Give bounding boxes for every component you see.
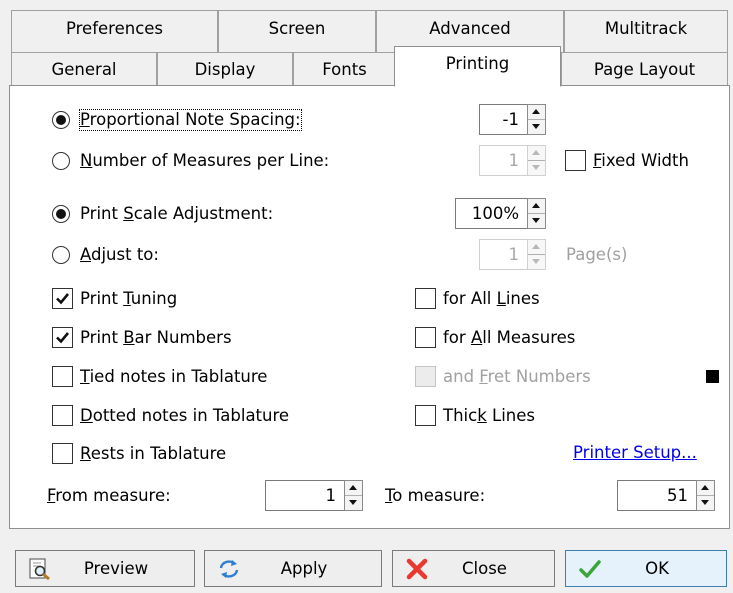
adjust-to-radio[interactable] [52, 246, 70, 264]
pages-unit-label: Page(s) [566, 245, 628, 264]
print-scale-input[interactable]: 100% [455, 198, 528, 229]
fixed-width-label: Fixed Width [593, 151, 689, 170]
print-bar-numbers-checkbox[interactable] [52, 327, 73, 348]
tab-preferences[interactable]: Preferences [11, 10, 218, 53]
apply-button[interactable]: Apply [204, 550, 382, 587]
spin-up-button[interactable] [528, 105, 545, 120]
print-scale-label: Print Scale Adjustment: [80, 204, 274, 223]
spin-up-button[interactable] [528, 199, 545, 214]
proportional-spacing-radio[interactable] [52, 111, 70, 129]
measures-per-line-input[interactable]: 1 [479, 145, 528, 176]
spin-down-button[interactable] [697, 496, 714, 510]
print-scale-spinner[interactable] [527, 198, 546, 229]
tab-display[interactable]: Display [157, 52, 293, 86]
for-all-lines-checkbox[interactable] [415, 288, 436, 309]
adjust-to-spinner[interactable] [527, 239, 546, 270]
arrow-up-icon [532, 203, 540, 208]
spin-down-button[interactable] [528, 161, 545, 175]
arrow-down-icon [532, 218, 540, 223]
ok-label: OK [645, 559, 669, 578]
thick-lines-checkbox[interactable] [415, 405, 436, 426]
spin-down-button[interactable] [345, 496, 362, 510]
from-measure-label: From measure: [47, 486, 171, 505]
tab-general[interactable]: General [11, 52, 157, 86]
spin-up-button[interactable] [528, 146, 545, 161]
arrow-down-icon [701, 500, 709, 505]
tab-printing[interactable]: Printing [394, 46, 561, 87]
adjust-to-input[interactable]: 1 [479, 239, 528, 270]
close-label: Close [462, 559, 507, 578]
close-button[interactable]: Close [392, 550, 555, 587]
to-measure-input[interactable]: 51 [617, 480, 697, 511]
spin-up-button[interactable] [697, 481, 714, 496]
print-scale-radio[interactable] [52, 205, 70, 223]
printer-setup-link[interactable]: Printer Setup... [573, 443, 697, 463]
rests-label: Rests in Tablature [80, 444, 227, 463]
measures-per-line-spinner[interactable] [527, 145, 546, 176]
arrow-down-icon [532, 165, 540, 170]
spin-up-button[interactable] [345, 481, 362, 496]
measures-per-line-radio[interactable] [52, 152, 70, 170]
print-tuning-label: Print Tuning [80, 289, 178, 308]
tab-label: Advanced [429, 19, 511, 38]
tied-notes-checkbox[interactable] [52, 366, 73, 387]
tab-multitrack[interactable]: Multitrack [564, 10, 728, 53]
spin-down-button[interactable] [528, 120, 545, 134]
for-all-measures-label: for All Measures [443, 328, 576, 347]
tab-label: Fonts [322, 60, 367, 79]
color-swatch[interactable] [706, 370, 719, 383]
tab-label: Multitrack [604, 19, 688, 38]
for-all-measures-checkbox[interactable] [415, 327, 436, 348]
and-fret-numbers-checkbox[interactable] [415, 366, 436, 387]
arrow-down-icon [349, 500, 357, 505]
ok-button[interactable]: OK [565, 550, 727, 587]
arrow-up-icon [701, 485, 709, 490]
from-measure-input[interactable]: 1 [265, 480, 345, 511]
tab-page-layout[interactable]: Page Layout [561, 52, 728, 86]
tab-label: Display [194, 60, 256, 79]
preview-label: Preview [83, 559, 149, 578]
arrow-up-icon [532, 244, 540, 249]
to-measure-label: To measure: [385, 486, 486, 505]
adjust-to-label: Adjust to: [80, 245, 159, 264]
arrow-up-icon [532, 150, 540, 155]
spin-down-button[interactable] [528, 214, 545, 228]
tab-label: Page Layout [593, 60, 696, 79]
preview-button[interactable]: Preview [15, 550, 195, 587]
checkmark-icon [56, 293, 70, 305]
to-measure-spinner[interactable] [696, 480, 715, 511]
tied-notes-label: Tied notes in Tablature [80, 367, 268, 386]
rests-checkbox[interactable] [52, 443, 73, 464]
from-measure-spinner[interactable] [344, 480, 363, 511]
print-bar-numbers-label: Print Bar Numbers [80, 328, 232, 347]
arrow-up-icon [532, 109, 540, 114]
thick-lines-label: Thick Lines [443, 406, 535, 425]
fixed-width-checkbox[interactable] [565, 150, 586, 171]
dotted-notes-checkbox[interactable] [52, 405, 73, 426]
proportional-spacing-label: Proportional Note Spacing: [79, 109, 302, 131]
tab-label: Printing [445, 54, 510, 73]
for-all-lines-label: for All Lines [443, 289, 540, 308]
tab-screen[interactable]: Screen [218, 10, 376, 53]
tab-fonts[interactable]: Fonts [293, 52, 396, 86]
arrow-up-icon [349, 485, 357, 490]
spin-up-button[interactable] [528, 240, 545, 255]
spin-down-button[interactable] [528, 255, 545, 269]
print-tuning-checkbox[interactable] [52, 288, 73, 309]
proportional-spacing-spinner[interactable] [527, 104, 546, 135]
apply-label: Apply [280, 559, 328, 578]
tab-label: General [51, 60, 117, 79]
proportional-spacing-input[interactable]: -1 [479, 104, 528, 135]
arrow-down-icon [532, 259, 540, 264]
arrow-down-icon [532, 124, 540, 129]
measures-per-line-label: Number of Measures per Line: [80, 151, 330, 170]
checkmark-icon [56, 332, 70, 344]
dotted-notes-label: Dotted notes in Tablature [80, 406, 290, 425]
tab-label: Preferences [65, 19, 164, 38]
printing-panel: Proportional Note Spacing: -1 Number of … [9, 85, 730, 529]
tab-label: Screen [268, 19, 326, 38]
and-fret-numbers-label: and Fret Numbers [443, 367, 591, 386]
